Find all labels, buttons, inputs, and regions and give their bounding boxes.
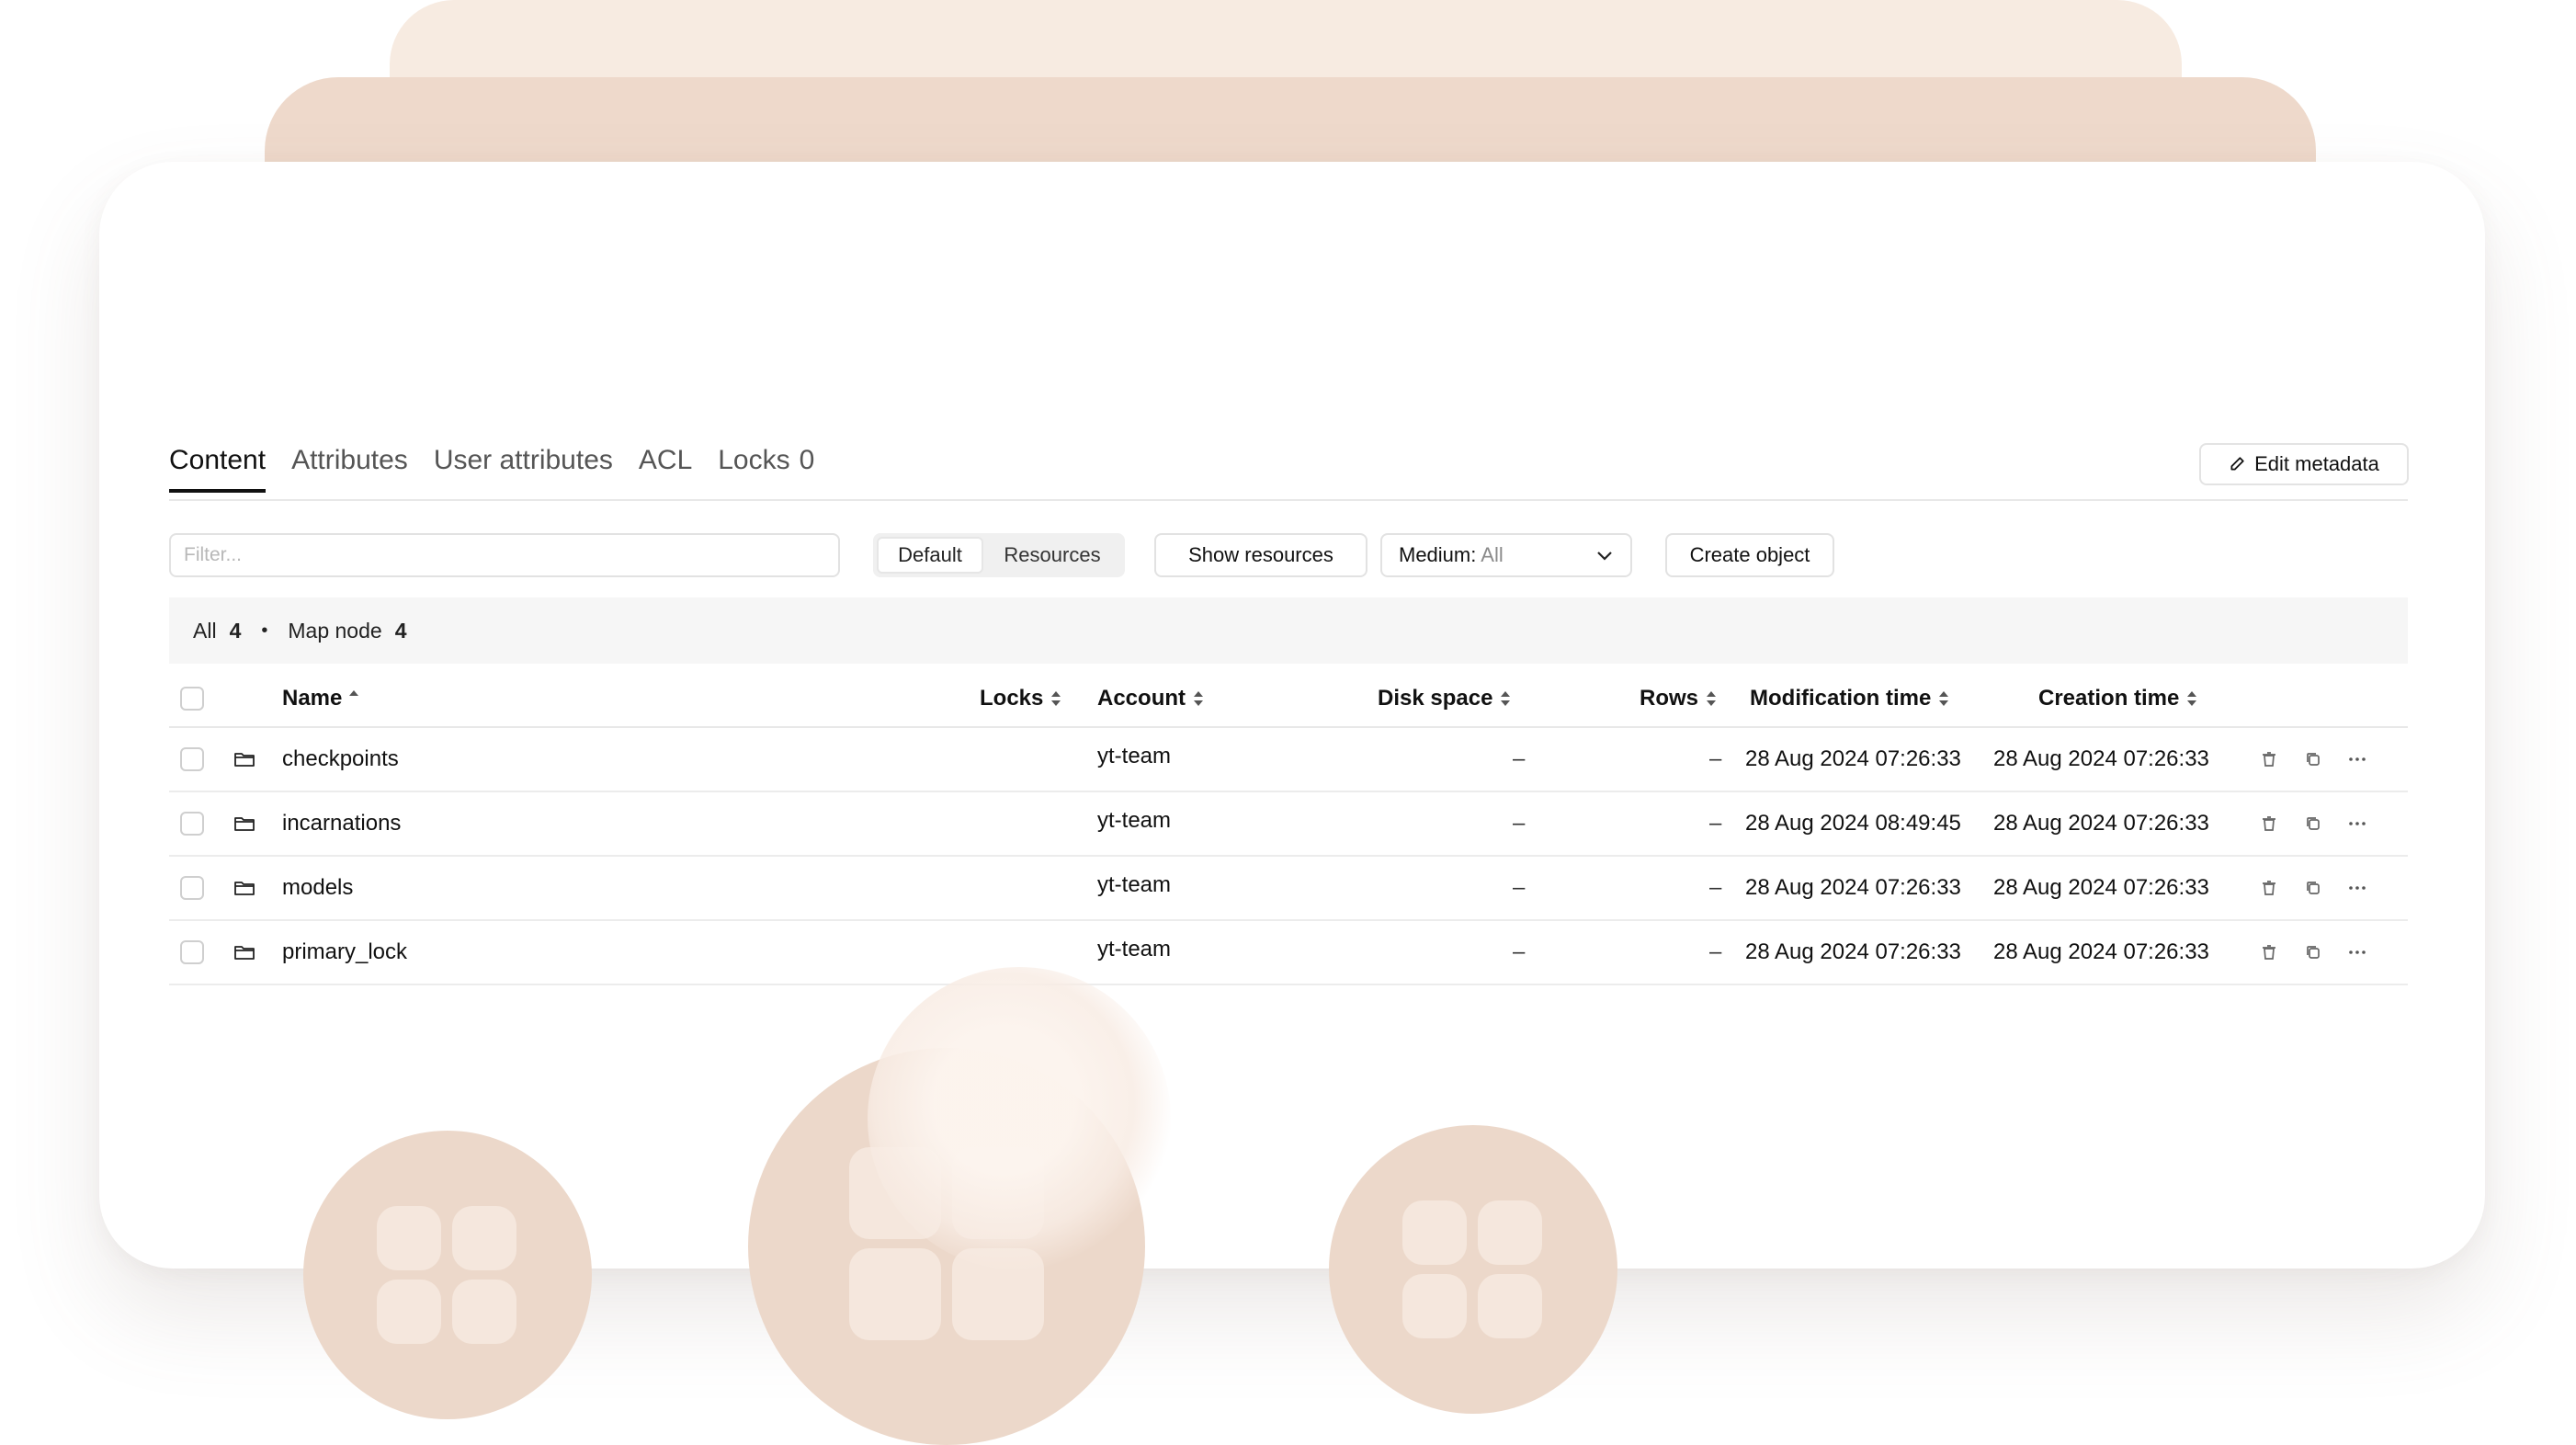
edit-metadata-button[interactable]: Edit metadata bbox=[2199, 443, 2409, 485]
row-account: yt-team bbox=[1097, 744, 1172, 768]
column-name[interactable]: Name bbox=[282, 671, 359, 726]
row-account: yt-team bbox=[1097, 937, 1172, 961]
medium-label: Medium: bbox=[1399, 543, 1477, 566]
summary-separator: • bbox=[261, 620, 268, 641]
table-row[interactable]: incarnations yt-team – – 28 Aug 2024 08:… bbox=[169, 792, 2408, 857]
view-resources-option[interactable]: Resources bbox=[983, 537, 1121, 574]
show-resources-button[interactable]: Show resources bbox=[1154, 533, 1367, 577]
trash-icon[interactable] bbox=[2259, 878, 2279, 898]
medium-select[interactable]: Medium: All bbox=[1380, 533, 1632, 577]
more-icon[interactable] bbox=[2347, 878, 2367, 898]
row-disk-space: – bbox=[1513, 746, 1526, 771]
tab-acl[interactable]: ACL bbox=[639, 445, 692, 493]
row-checkbox[interactable] bbox=[180, 940, 204, 964]
table-header: Name Locks Account Disk space Rows Modif… bbox=[169, 671, 2408, 728]
column-rows[interactable]: Rows bbox=[1640, 671, 1717, 726]
table-row[interactable]: checkpoints yt-team – – 28 Aug 2024 07:2… bbox=[169, 728, 2408, 792]
row-created: 28 Aug 2024 07:26:33 bbox=[1993, 746, 2209, 771]
row-account: yt-team bbox=[1097, 808, 1172, 833]
row-created: 28 Aug 2024 07:26:33 bbox=[1993, 875, 2209, 900]
trash-icon[interactable] bbox=[2259, 749, 2279, 769]
row-account: yt-team bbox=[1097, 872, 1172, 897]
row-disk-space: – bbox=[1513, 939, 1526, 964]
sort-icon bbox=[1501, 691, 1511, 706]
row-name[interactable]: models bbox=[282, 857, 353, 919]
tab-locks[interactable]: Locks 0 bbox=[718, 445, 814, 493]
sort-asc-icon bbox=[349, 690, 359, 696]
type-summary-bar: All 4 • Map node 4 bbox=[169, 597, 2408, 664]
row-created: 28 Aug 2024 07:26:33 bbox=[1993, 939, 2209, 964]
copy-icon[interactable] bbox=[2303, 942, 2323, 962]
view-mode-switch: Default Resources bbox=[873, 533, 1125, 577]
tab-user-attributes[interactable]: User attributes bbox=[434, 445, 613, 493]
table-row[interactable]: models yt-team – – 28 Aug 2024 07:26:33 … bbox=[169, 857, 2408, 921]
filter-input[interactable] bbox=[169, 533, 840, 577]
row-disk-space: – bbox=[1513, 875, 1526, 900]
column-creation-time[interactable]: Creation time bbox=[2038, 671, 2197, 726]
sort-icon bbox=[1194, 691, 1203, 706]
summary-all[interactable]: All 4 bbox=[193, 619, 241, 643]
row-rows: – bbox=[1709, 746, 1722, 771]
column-account[interactable]: Account bbox=[1097, 671, 1203, 726]
row-name[interactable]: primary_lock bbox=[282, 921, 407, 984]
row-rows: – bbox=[1709, 811, 1722, 836]
column-disk-space[interactable]: Disk space bbox=[1378, 671, 1511, 726]
trash-icon[interactable] bbox=[2259, 942, 2279, 962]
column-locks[interactable]: Locks bbox=[980, 671, 1061, 726]
locks-count: 0 bbox=[799, 445, 815, 475]
decor-mid-layer bbox=[265, 77, 2316, 169]
more-icon[interactable] bbox=[2347, 814, 2367, 834]
table-row[interactable]: primary_lock yt-team – – 28 Aug 2024 07:… bbox=[169, 921, 2408, 985]
row-modified: 28 Aug 2024 07:26:33 bbox=[1745, 875, 1961, 900]
copy-icon[interactable] bbox=[2303, 749, 2323, 769]
row-checkbox[interactable] bbox=[180, 812, 204, 836]
chevron-down-icon bbox=[1597, 552, 1612, 561]
sort-icon bbox=[2187, 691, 2197, 706]
sort-icon bbox=[1939, 691, 1949, 706]
row-name[interactable]: incarnations bbox=[282, 792, 401, 855]
folder-icon bbox=[234, 817, 255, 831]
select-all-checkbox[interactable] bbox=[180, 687, 204, 711]
more-icon[interactable] bbox=[2347, 942, 2367, 962]
row-modified: 28 Aug 2024 07:26:33 bbox=[1745, 746, 1961, 771]
row-rows: – bbox=[1709, 939, 1722, 964]
tab-divider bbox=[169, 499, 2408, 501]
copy-icon[interactable] bbox=[2303, 814, 2323, 834]
row-name[interactable]: checkpoints bbox=[282, 728, 399, 791]
trash-icon[interactable] bbox=[2259, 814, 2279, 834]
row-checkbox[interactable] bbox=[180, 747, 204, 771]
row-rows: – bbox=[1709, 875, 1722, 900]
medium-value: All bbox=[1481, 543, 1504, 566]
pencil-icon bbox=[2230, 457, 2244, 471]
grid-tiles-icon bbox=[303, 1131, 592, 1419]
more-icon[interactable] bbox=[2347, 749, 2367, 769]
sort-icon bbox=[1051, 691, 1061, 706]
tab-attributes[interactable]: Attributes bbox=[291, 445, 408, 493]
view-default-option[interactable]: Default bbox=[877, 537, 983, 574]
column-modification-time[interactable]: Modification time bbox=[1750, 671, 1949, 726]
folder-icon bbox=[234, 753, 255, 767]
tab-bar: Content Attributes User attributes ACL L… bbox=[169, 445, 814, 493]
row-created: 28 Aug 2024 07:26:33 bbox=[1993, 811, 2209, 836]
grid-tiles-icon bbox=[1329, 1125, 1617, 1414]
folder-icon bbox=[234, 946, 255, 960]
row-modified: 28 Aug 2024 07:26:33 bbox=[1745, 939, 1961, 964]
copy-icon[interactable] bbox=[2303, 878, 2323, 898]
row-modified: 28 Aug 2024 08:49:45 bbox=[1745, 811, 1961, 836]
tab-content[interactable]: Content bbox=[169, 445, 267, 493]
row-checkbox[interactable] bbox=[180, 876, 204, 900]
folder-icon bbox=[234, 882, 255, 895]
sort-icon bbox=[1707, 691, 1717, 706]
create-object-button[interactable]: Create object bbox=[1665, 533, 1834, 577]
summary-map-node[interactable]: Map node 4 bbox=[288, 619, 406, 643]
decor-blur-blob bbox=[868, 967, 1171, 1270]
row-disk-space: – bbox=[1513, 811, 1526, 836]
